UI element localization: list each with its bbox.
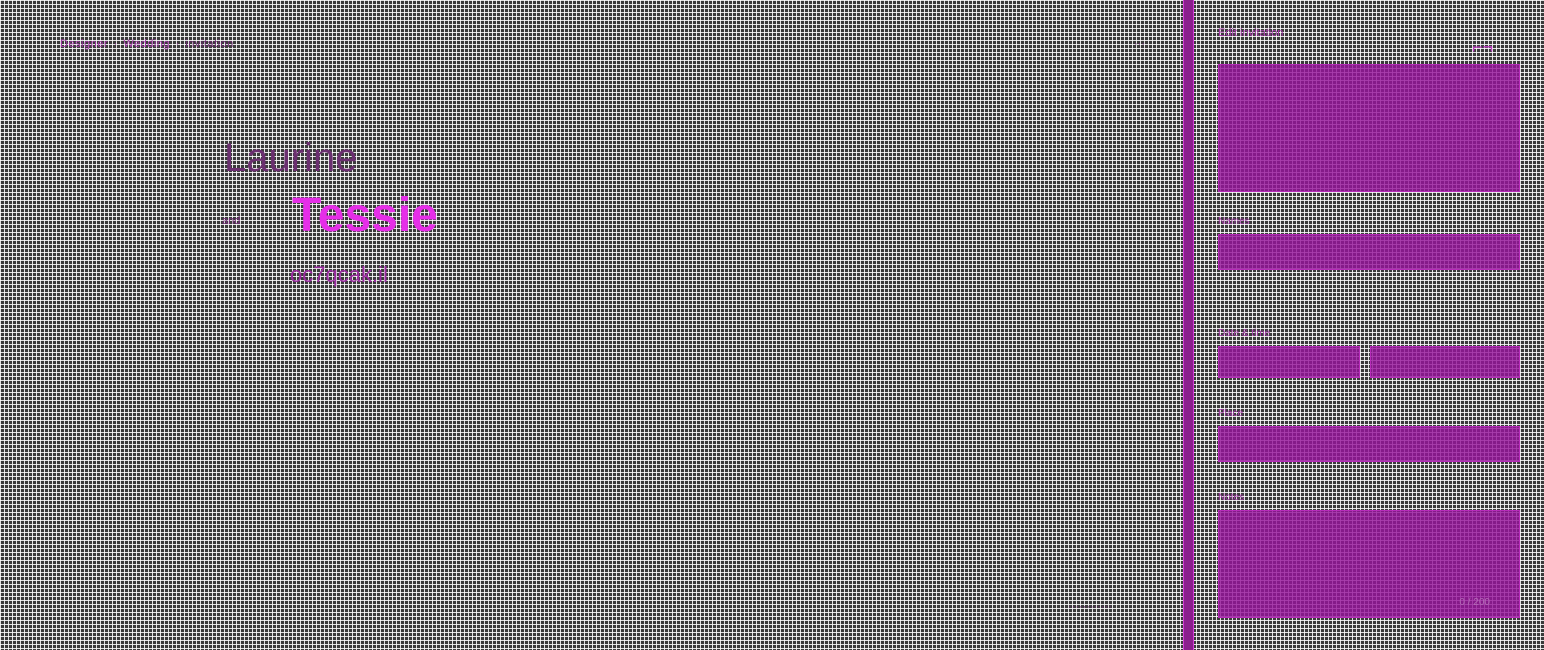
breadcrumb-separator: · bbox=[113, 38, 118, 50]
panel-title: Edit invitation bbox=[1218, 27, 1284, 39]
second-name-text[interactable]: Tessie bbox=[292, 192, 438, 240]
canvas-footer-text: ············ bbox=[1068, 601, 1112, 613]
date-input-box bbox=[1218, 346, 1360, 378]
breadcrumb-item-current: invitation bbox=[185, 38, 234, 50]
place-input[interactable] bbox=[1219, 427, 1519, 461]
invitation-canvas: Designer · Wedding · invitation ··· Laur… bbox=[0, 0, 1182, 650]
time-input[interactable] bbox=[1371, 347, 1519, 377]
close-icon[interactable]: ⌐¬ bbox=[1472, 38, 1493, 56]
place-label: Place bbox=[1218, 408, 1244, 419]
notes-label: Notes bbox=[1218, 492, 1245, 503]
breadcrumb: Designer · Wedding · invitation bbox=[60, 38, 234, 50]
message-textarea-box bbox=[1218, 64, 1520, 192]
time-input-box bbox=[1370, 346, 1520, 378]
and-connector-text: and bbox=[222, 215, 241, 227]
breadcrumb-item-designer[interactable]: Designer bbox=[60, 38, 108, 50]
date-input[interactable] bbox=[1219, 347, 1359, 377]
canvas-corner-label: ··· bbox=[1134, 38, 1145, 50]
first-name-text[interactable]: Laurine bbox=[224, 138, 357, 178]
panel-resize-handle[interactable] bbox=[1183, 0, 1194, 650]
names-label: Names bbox=[1218, 216, 1250, 227]
names-input-box bbox=[1218, 234, 1520, 270]
invitation-code-text[interactable]: oc7qcak.il bbox=[290, 262, 388, 288]
breadcrumb-item-wedding[interactable]: Wedding bbox=[123, 38, 170, 50]
edit-panel: Edit invitation ⌐¬ Names Date & time Pla… bbox=[1218, 0, 1520, 650]
message-textarea[interactable] bbox=[1219, 65, 1519, 191]
place-input-box bbox=[1218, 426, 1520, 462]
date-time-label: Date & time bbox=[1218, 328, 1271, 339]
character-counter: 0 / 200 bbox=[1459, 597, 1490, 608]
names-input[interactable] bbox=[1219, 235, 1519, 269]
breadcrumb-separator: · bbox=[175, 38, 180, 50]
